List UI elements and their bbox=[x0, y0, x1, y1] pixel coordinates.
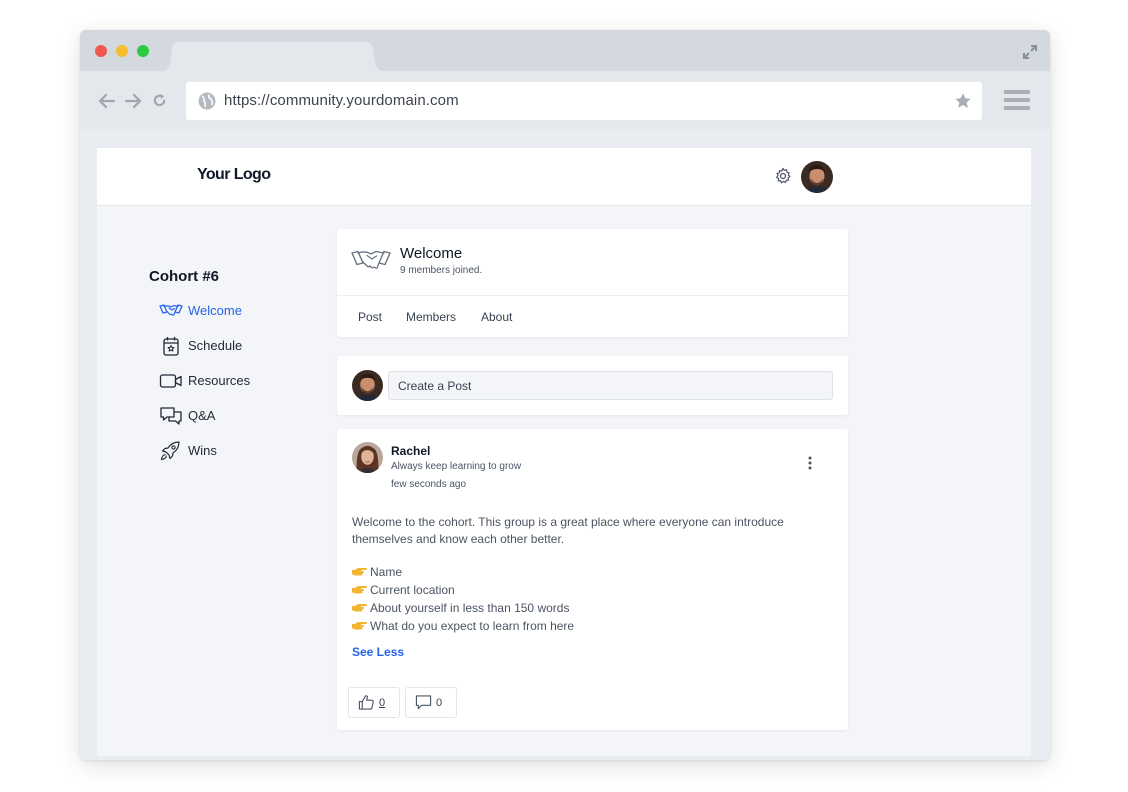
user-avatar[interactable] bbox=[801, 161, 833, 193]
calendar-icon bbox=[163, 337, 179, 356]
pointing-hand-icon bbox=[352, 622, 367, 630]
sidebar-item-schedule[interactable]: Schedule bbox=[159, 335, 309, 357]
rocket-icon bbox=[160, 441, 180, 461]
list-item: Current location bbox=[352, 583, 455, 600]
author-avatar[interactable] bbox=[352, 442, 383, 473]
author-name[interactable]: Rachel bbox=[391, 444, 430, 458]
sidebar-item-wins[interactable]: Wins bbox=[159, 440, 309, 462]
tab-about[interactable]: About bbox=[481, 310, 512, 324]
comment-icon bbox=[415, 695, 432, 710]
like-count: 0 bbox=[379, 697, 386, 709]
handshake-icon bbox=[159, 304, 183, 316]
post-card: Rachel Always keep learning to grow few … bbox=[337, 429, 848, 730]
post-timestamp: few seconds ago bbox=[391, 479, 467, 490]
hamburger-menu-icon[interactable] bbox=[1004, 89, 1030, 111]
like-button[interactable]: 0 bbox=[348, 687, 400, 718]
reload-icon[interactable] bbox=[152, 93, 167, 108]
gear-icon[interactable] bbox=[774, 167, 792, 185]
author-tagline: Always keep learning to grow bbox=[391, 461, 522, 472]
back-arrow-icon[interactable] bbox=[98, 92, 116, 110]
sidebar-item-label: Wins bbox=[188, 443, 217, 458]
handshake-icon bbox=[351, 250, 391, 269]
pointing-hand-icon bbox=[352, 586, 367, 594]
comment-count: 0 bbox=[436, 697, 443, 709]
post-composer bbox=[337, 356, 848, 415]
sidebar-item-label: Welcome bbox=[188, 303, 242, 318]
sidebar-item-label: Schedule bbox=[188, 338, 243, 353]
chat-icon bbox=[160, 407, 182, 425]
list-item-text: What do you expect to learn from here bbox=[370, 619, 575, 633]
sidebar-item-welcome[interactable]: Welcome bbox=[159, 300, 309, 322]
list-item-text: About yourself in less than 150 words bbox=[370, 601, 570, 615]
sidebar-item-qa[interactable]: Q&A bbox=[159, 405, 309, 427]
globe-icon bbox=[198, 92, 216, 110]
fullscreen-icon[interactable] bbox=[1022, 44, 1038, 60]
tab-post[interactable]: Post bbox=[358, 310, 382, 324]
sidebar-item-resources[interactable]: Resources bbox=[159, 370, 309, 392]
sidebar-item-label: Resources bbox=[188, 373, 251, 388]
create-post-input[interactable] bbox=[388, 371, 833, 400]
cohort-title: Cohort #6 bbox=[149, 268, 220, 285]
pointing-hand-icon bbox=[352, 568, 367, 576]
group-header-card: Welcome 9 members joined. Post Members A… bbox=[337, 229, 848, 337]
video-icon bbox=[159, 374, 182, 388]
url-text: https://community.yourdomain.com bbox=[224, 92, 459, 109]
members-count: 9 members joined. bbox=[400, 265, 483, 276]
browser-window: https://community.yourdomain.com Your Lo… bbox=[80, 30, 1050, 760]
pointing-hand-icon bbox=[352, 604, 367, 612]
minimize-window-button[interactable] bbox=[116, 45, 128, 57]
group-title: Welcome bbox=[400, 245, 463, 262]
browser-viewport: Your Logo Cohort #6 Welcome Schedule Res… bbox=[80, 129, 1050, 760]
community-page: Your Logo Cohort #6 Welcome Schedule Res… bbox=[97, 148, 1031, 756]
post-body: Welcome to the cohort. This group is a g… bbox=[352, 515, 784, 546]
divider bbox=[337, 295, 848, 296]
see-less-link[interactable]: See Less bbox=[352, 645, 404, 659]
user-avatar bbox=[352, 370, 383, 401]
forward-arrow-icon[interactable] bbox=[124, 92, 142, 110]
list-item: What do you expect to learn from here bbox=[352, 619, 574, 636]
close-window-button[interactable] bbox=[95, 45, 107, 57]
sidebar-item-label: Q&A bbox=[188, 408, 216, 423]
thumbs-up-icon bbox=[358, 695, 374, 710]
list-item-text: Current location bbox=[370, 583, 455, 597]
browser-toolbar: https://community.yourdomain.com bbox=[80, 71, 1050, 129]
site-header: Your Logo bbox=[97, 148, 1031, 206]
address-bar[interactable]: https://community.yourdomain.com bbox=[186, 82, 982, 120]
site-logo[interactable]: Your Logo bbox=[197, 166, 271, 184]
list-item: Name bbox=[352, 565, 402, 582]
tab-members[interactable]: Members bbox=[406, 310, 456, 324]
comment-button[interactable]: 0 bbox=[405, 687, 457, 718]
maximize-window-button[interactable] bbox=[137, 45, 149, 57]
list-item-text: Name bbox=[370, 565, 403, 579]
bookmark-star-icon[interactable] bbox=[954, 92, 972, 110]
list-item: About yourself in less than 150 words bbox=[352, 601, 569, 618]
more-options-icon[interactable] bbox=[806, 456, 814, 470]
browser-tab[interactable] bbox=[160, 42, 385, 72]
